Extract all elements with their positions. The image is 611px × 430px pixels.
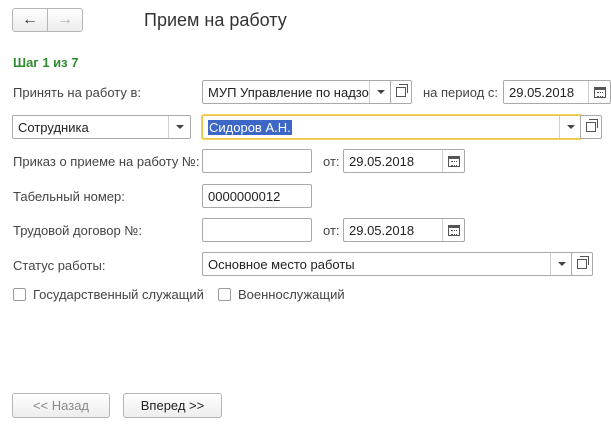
order-date-field[interactable]: 29.05.2018 [343,149,465,173]
calendar-icon [447,155,460,167]
step-indicator: Шаг 1 из 7 [13,55,79,70]
employee-value: Сидоров А.Н. [208,119,292,135]
employee-type-value: Сотрудника [18,119,89,135]
calendar-icon [447,224,460,236]
status-dropdown-button[interactable] [550,253,572,275]
forward-arrow-button[interactable]: → [47,8,83,32]
order-date-label: от: [323,154,340,169]
civil-servant-label: Государственный служащий [33,287,204,302]
period-date-value: 29.05.2018 [509,84,575,100]
employee-field[interactable]: Сидоров А.Н. [202,115,582,139]
order-label: Приказ о приеме на работу №: [13,154,200,169]
tab-number-field[interactable]: 0000000012 [202,184,312,208]
civil-servant-checkbox[interactable] [13,288,26,301]
order-date-value: 29.05.2018 [349,153,415,169]
open-form-icon [396,84,408,97]
tab-number-value: 0000000012 [208,188,281,204]
military-label: Военнослужащий [238,287,345,302]
status-label: Статус работы: [13,258,106,273]
contract-calendar-button[interactable] [442,219,464,241]
hire-in-label: Принять на работу в: [13,85,141,100]
contract-number-field[interactable] [202,218,312,242]
chevron-down-icon [175,125,184,129]
arrow-right-icon: → [57,11,73,28]
military-checkbox[interactable] [218,288,231,301]
next-button[interactable]: Вперед >> [123,393,222,418]
organization-field[interactable]: МУП Управление по надзору [202,80,392,104]
status-open-button[interactable] [571,252,593,276]
contract-date-field[interactable]: 29.05.2018 [343,218,465,242]
next-button-label: Вперед >> [140,398,205,413]
period-label: на период с: [423,85,499,100]
open-form-icon [586,119,598,132]
employee-type-field[interactable]: Сотрудника [12,115,191,139]
organization-value: МУП Управление по надзору [208,84,369,100]
back-button-label: << Назад [32,398,90,413]
employee-dropdown-button[interactable] [559,116,581,138]
employee-open-button[interactable] [580,115,602,139]
open-form-icon [577,256,589,269]
arrow-left-icon: ← [22,11,38,28]
back-button[interactable]: << Назад [12,393,110,418]
contract-date-label: от: [323,223,340,238]
page-title: Прием на работу [144,10,287,30]
chevron-down-icon [557,262,566,266]
calendar-icon [593,86,606,98]
employee-type-dropdown-button[interactable] [168,116,190,138]
organization-dropdown-button[interactable] [369,81,391,103]
back-arrow-button[interactable]: ← [12,8,48,32]
order-calendar-button[interactable] [442,150,464,172]
contract-label: Трудовой договор №: [13,223,142,238]
chevron-down-icon [376,90,385,94]
status-field[interactable]: Основное место работы [202,252,573,276]
chevron-down-icon [566,125,575,129]
order-number-field[interactable] [202,149,312,173]
period-calendar-button[interactable] [588,81,610,103]
tab-number-label: Табельный номер: [13,189,125,204]
period-date-field[interactable]: 29.05.2018 [503,80,611,104]
contract-date-value: 29.05.2018 [349,222,415,238]
status-value: Основное место работы [208,256,355,272]
organization-open-button[interactable] [390,80,412,104]
